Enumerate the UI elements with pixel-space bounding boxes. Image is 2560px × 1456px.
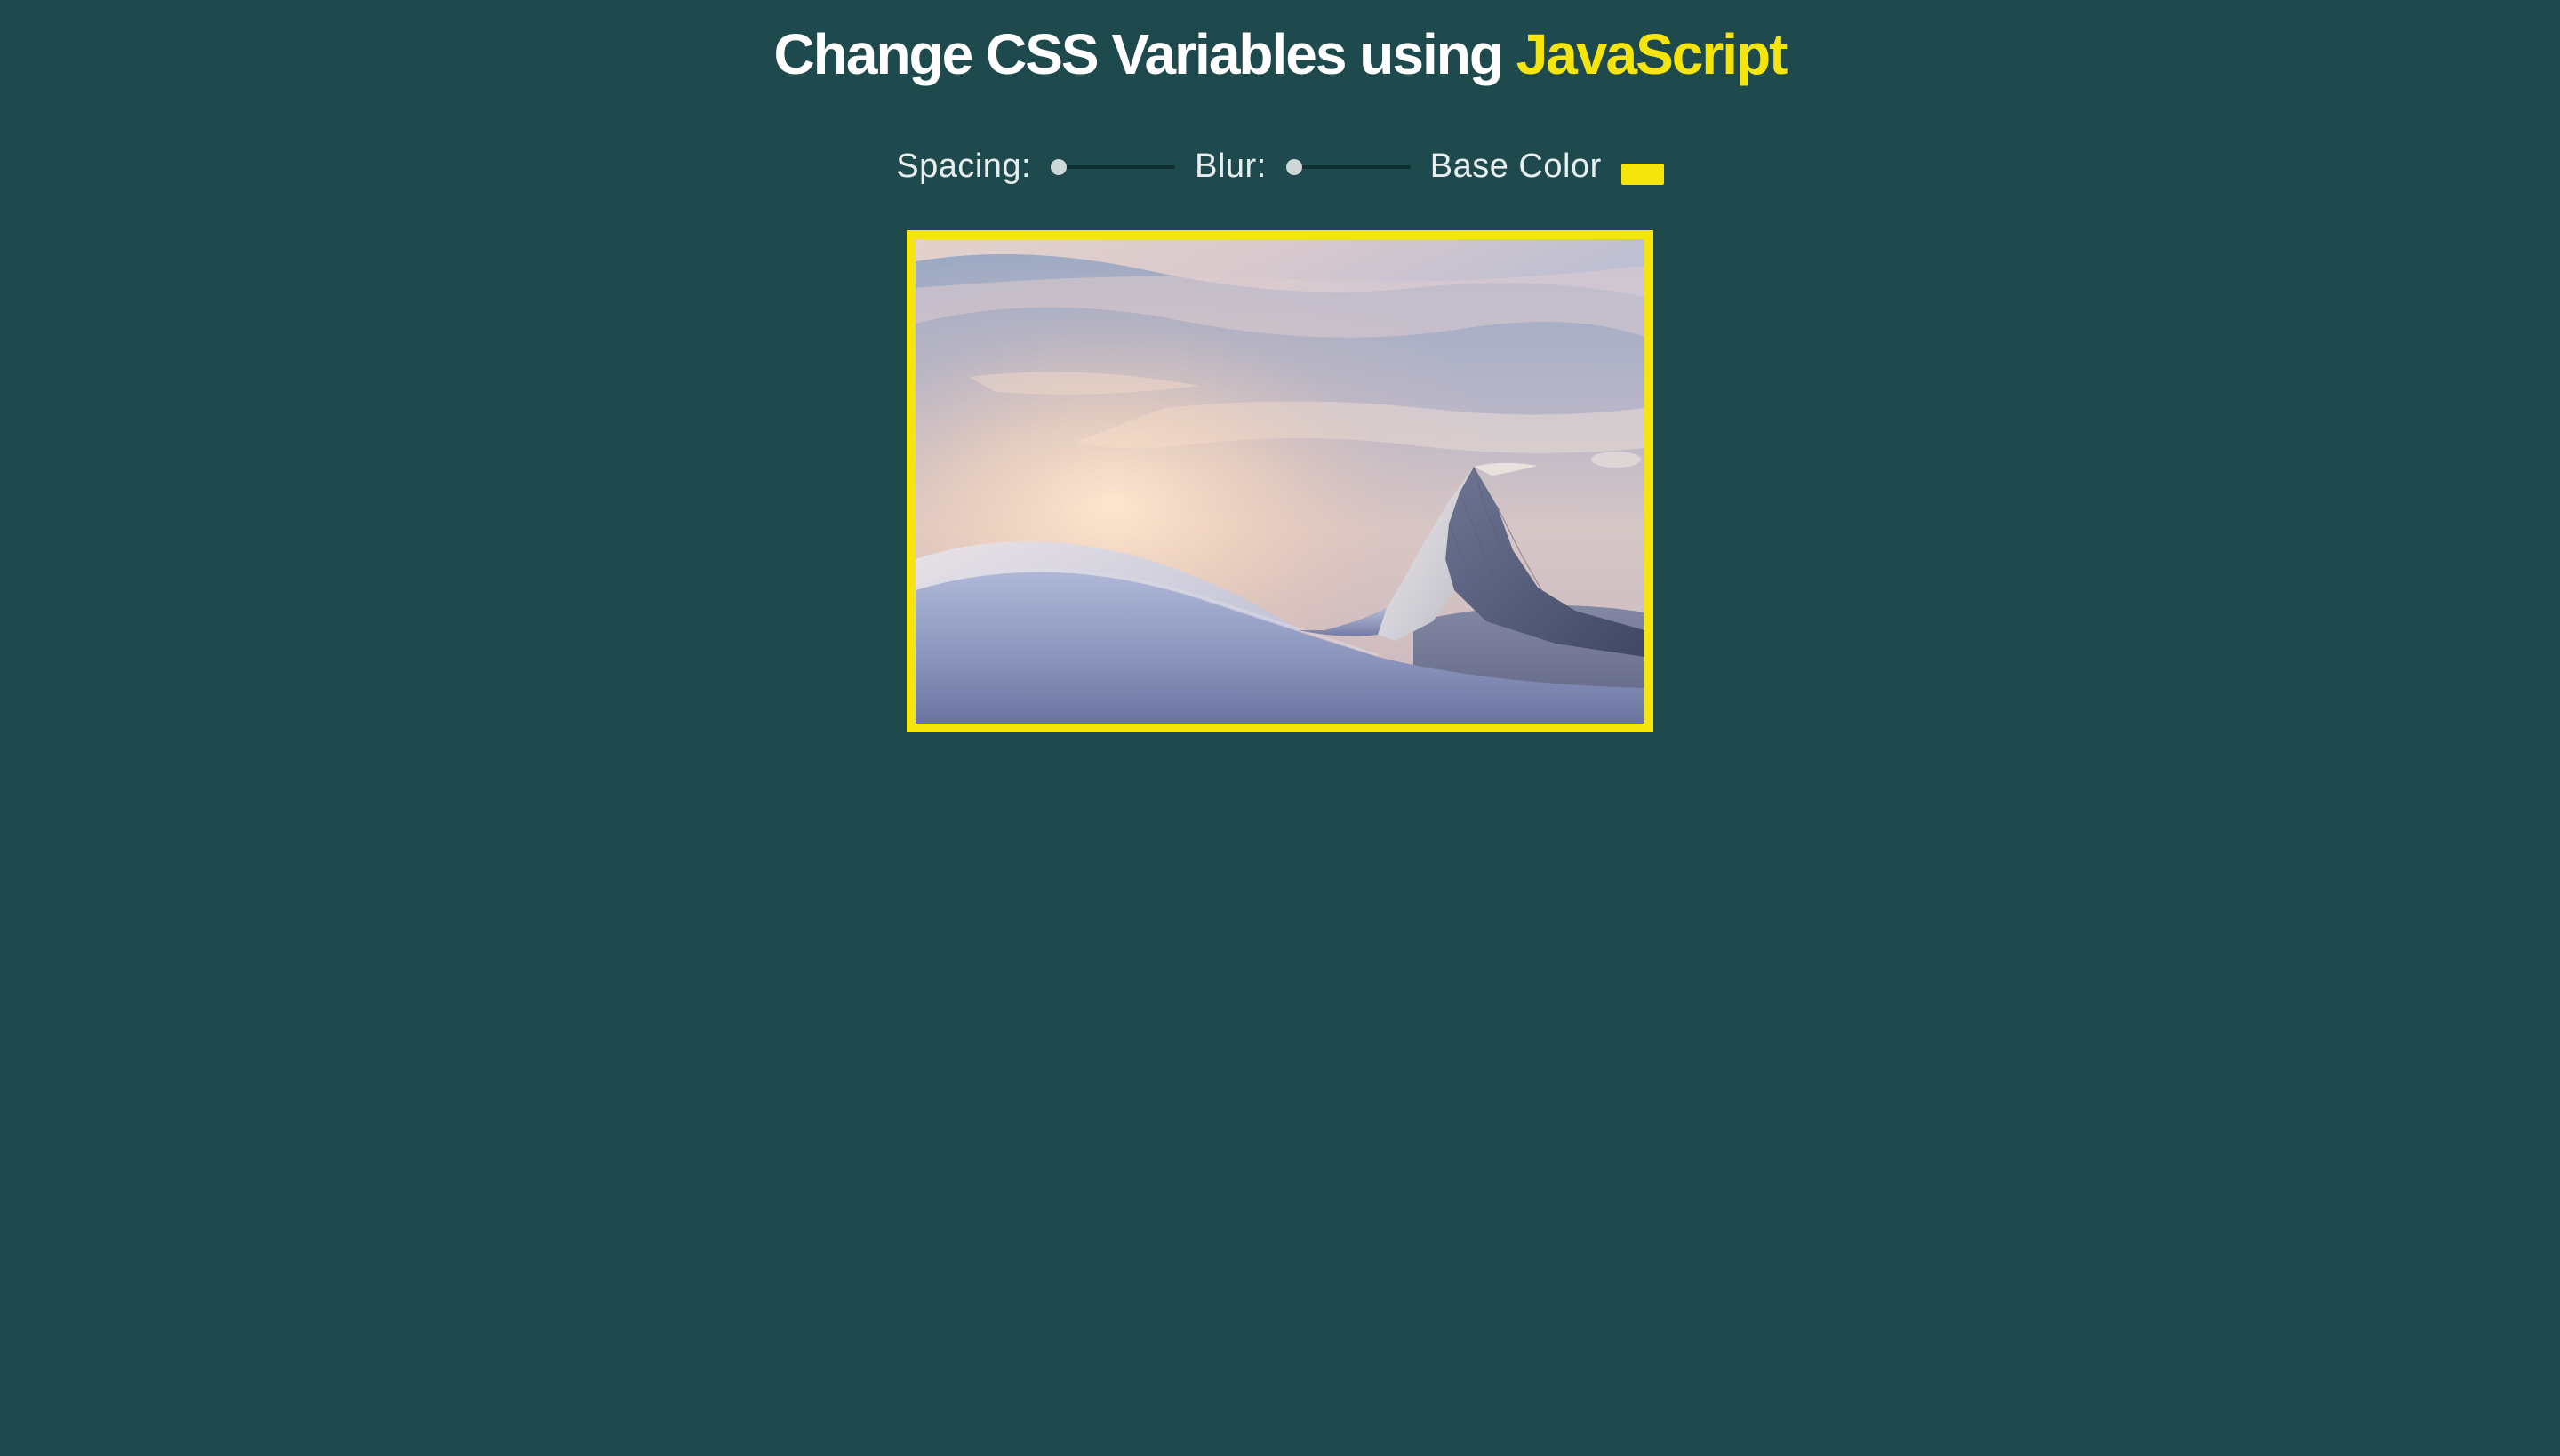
spacing-label: Spacing: xyxy=(896,148,1031,186)
title-highlight: JavaScript xyxy=(1516,22,1787,86)
page-title: Change CSS Variables using JavaScript xyxy=(0,0,2560,94)
title-prefix: Change CSS Variables using xyxy=(774,22,1516,86)
base-color-input[interactable] xyxy=(1621,164,1664,185)
controls-row: Spacing: Blur: Base Color xyxy=(0,148,2560,186)
image-frame xyxy=(907,230,1653,732)
spacing-slider[interactable] xyxy=(1051,165,1175,169)
base-color-label: Base Color xyxy=(1430,148,1602,186)
mountain-image xyxy=(916,239,1644,724)
blur-label: Blur: xyxy=(1195,148,1267,186)
blur-slider[interactable] xyxy=(1286,165,1411,169)
